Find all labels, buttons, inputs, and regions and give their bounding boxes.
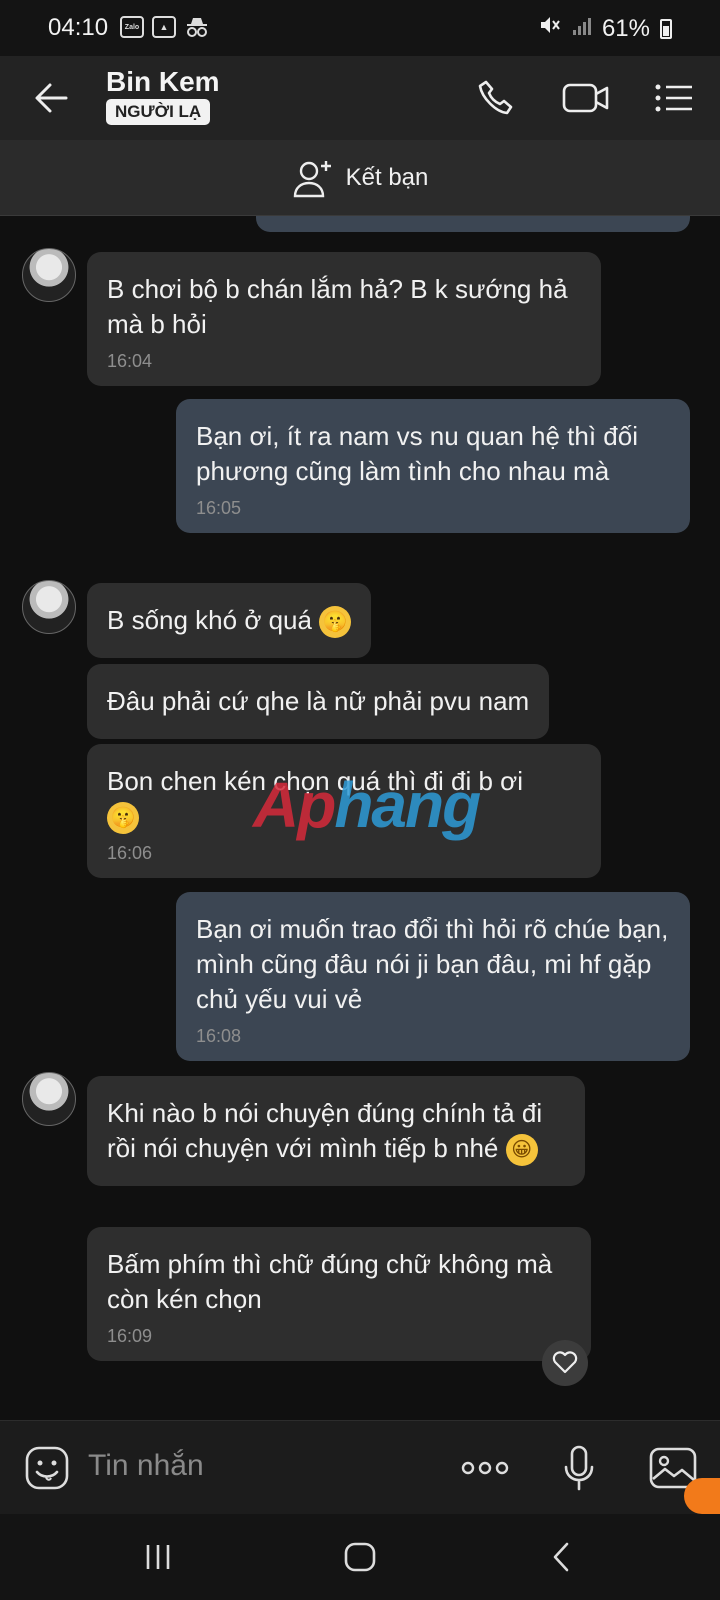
avatar[interactable] bbox=[22, 1072, 76, 1126]
message-text: Khi nào b nói chuyện đúng chính tả đi rồ… bbox=[107, 1098, 543, 1163]
contact-name[interactable]: Bin Kem bbox=[106, 66, 220, 98]
watermark-part-1: Ap bbox=[253, 769, 336, 841]
watermark-part-2: hang bbox=[334, 769, 481, 841]
message-time: 16:09 bbox=[107, 1326, 153, 1346]
avatar[interactable] bbox=[22, 248, 76, 302]
grinning-face-emoji: 😀 bbox=[505, 1134, 538, 1167]
message-bubble-incoming[interactable]: Bấm phím thì chữ đúng chữ không mà còn k… bbox=[87, 1227, 591, 1361]
video-call-button[interactable] bbox=[560, 72, 612, 124]
message-text: Bạn ơi muốn trao đổi thì hỏi rõ chúe bạn… bbox=[196, 914, 669, 1014]
chevron-left-icon bbox=[553, 1542, 569, 1572]
message-text: Đâu phải cứ qhe là nữ phải pvu nam bbox=[107, 686, 530, 716]
avatar[interactable] bbox=[22, 580, 76, 634]
previous-message-bubble[interactable] bbox=[256, 216, 690, 232]
arrow-left-icon bbox=[35, 83, 68, 113]
signal-icon bbox=[572, 15, 592, 43]
chat-header: Bin Kem NGƯỜI LẠ bbox=[0, 56, 720, 140]
video-camera-icon bbox=[562, 83, 609, 113]
status-right: 61% bbox=[538, 14, 672, 43]
floating-bubble-icon[interactable] bbox=[684, 1478, 720, 1514]
message-time: 16:06 bbox=[107, 843, 153, 864]
more-button[interactable] bbox=[458, 1441, 512, 1495]
nav-back-button[interactable] bbox=[536, 1534, 586, 1580]
recent-apps-button[interactable] bbox=[133, 1534, 183, 1580]
shushing-face-emoji: 🤫 bbox=[319, 606, 352, 639]
phone-icon bbox=[478, 80, 513, 115]
menu-button[interactable] bbox=[648, 72, 700, 124]
battery-icon bbox=[660, 18, 672, 39]
stranger-badge: NGƯỜI LẠ bbox=[106, 99, 211, 125]
system-nav-bar bbox=[0, 1514, 720, 1600]
voice-call-button[interactable] bbox=[470, 72, 522, 124]
message-time: 16:05 bbox=[196, 498, 242, 518]
back-button[interactable] bbox=[28, 74, 76, 122]
message-text: Bấm phím thì chữ đúng chữ không mà còn k… bbox=[107, 1249, 553, 1314]
message-bubble-incoming[interactable]: B sống khó ở quá 🤫 bbox=[87, 583, 372, 659]
react-button[interactable] bbox=[542, 1340, 588, 1386]
message-bubble-incoming[interactable]: B chơi bộ b chán lắm hả? B k sướng hả mà… bbox=[87, 252, 601, 386]
watermark: Aphang bbox=[253, 768, 481, 842]
message-time: 16:04 bbox=[107, 351, 153, 371]
heart-icon bbox=[552, 1351, 578, 1374]
sticker-icon bbox=[25, 1446, 69, 1490]
message-bubble-incoming[interactable]: Khi nào b nói chuyện đúng chính tả đi rồ… bbox=[87, 1076, 585, 1187]
voice-message-button[interactable] bbox=[552, 1441, 606, 1495]
home-button[interactable] bbox=[335, 1534, 385, 1580]
message-bubble-outgoing[interactable]: Bạn ơi, ít ra nam vs nu quan hệ thì đối … bbox=[176, 399, 690, 533]
add-friend-label: Kết bạn bbox=[345, 163, 429, 191]
message-text: B chơi bộ b chán lắm hả? B k sướng hả mà… bbox=[107, 274, 568, 339]
recent-apps-icon bbox=[146, 1545, 170, 1569]
more-dots-icon bbox=[461, 1461, 509, 1475]
message-input-bar: Tin nhắn bbox=[0, 1420, 720, 1514]
microphone-icon bbox=[564, 1445, 594, 1491]
sticker-button[interactable] bbox=[20, 1441, 74, 1495]
status-time: 04:10 bbox=[48, 14, 109, 41]
image-notification-icon: ▲ bbox=[152, 16, 176, 38]
chat-area[interactable]: B chơi bộ b chán lắm hả? B k sướng hả mà… bbox=[0, 216, 720, 1420]
add-friend-icon bbox=[293, 160, 331, 197]
zalo-notification-icon: Zalo bbox=[120, 16, 144, 38]
message-text: B sống khó ở quá bbox=[107, 605, 312, 635]
add-friend-bar[interactable]: Kết bạn bbox=[0, 140, 720, 216]
incognito-icon bbox=[184, 16, 210, 38]
message-text: Bạn ơi, ít ra nam vs nu quan hệ thì đối … bbox=[196, 421, 638, 486]
notification-icons: Zalo ▲ bbox=[120, 16, 210, 38]
message-bubble-outgoing[interactable]: Bạn ơi muốn trao đổi thì hỏi rõ chúe bạn… bbox=[176, 892, 690, 1061]
message-input[interactable]: Tin nhắn bbox=[88, 1449, 204, 1483]
battery-level: 61% bbox=[601, 14, 650, 42]
status-bar: 04:10 Zalo ▲ 61% bbox=[0, 0, 720, 56]
home-icon bbox=[344, 1542, 376, 1572]
list-menu-icon bbox=[655, 84, 692, 112]
message-bubble-incoming[interactable]: Đâu phải cứ qhe là nữ phải pvu nam bbox=[87, 664, 550, 739]
shushing-face-emoji: 🤫 bbox=[107, 802, 139, 835]
message-time: 16:08 bbox=[196, 1026, 242, 1046]
mute-icon bbox=[538, 14, 562, 43]
